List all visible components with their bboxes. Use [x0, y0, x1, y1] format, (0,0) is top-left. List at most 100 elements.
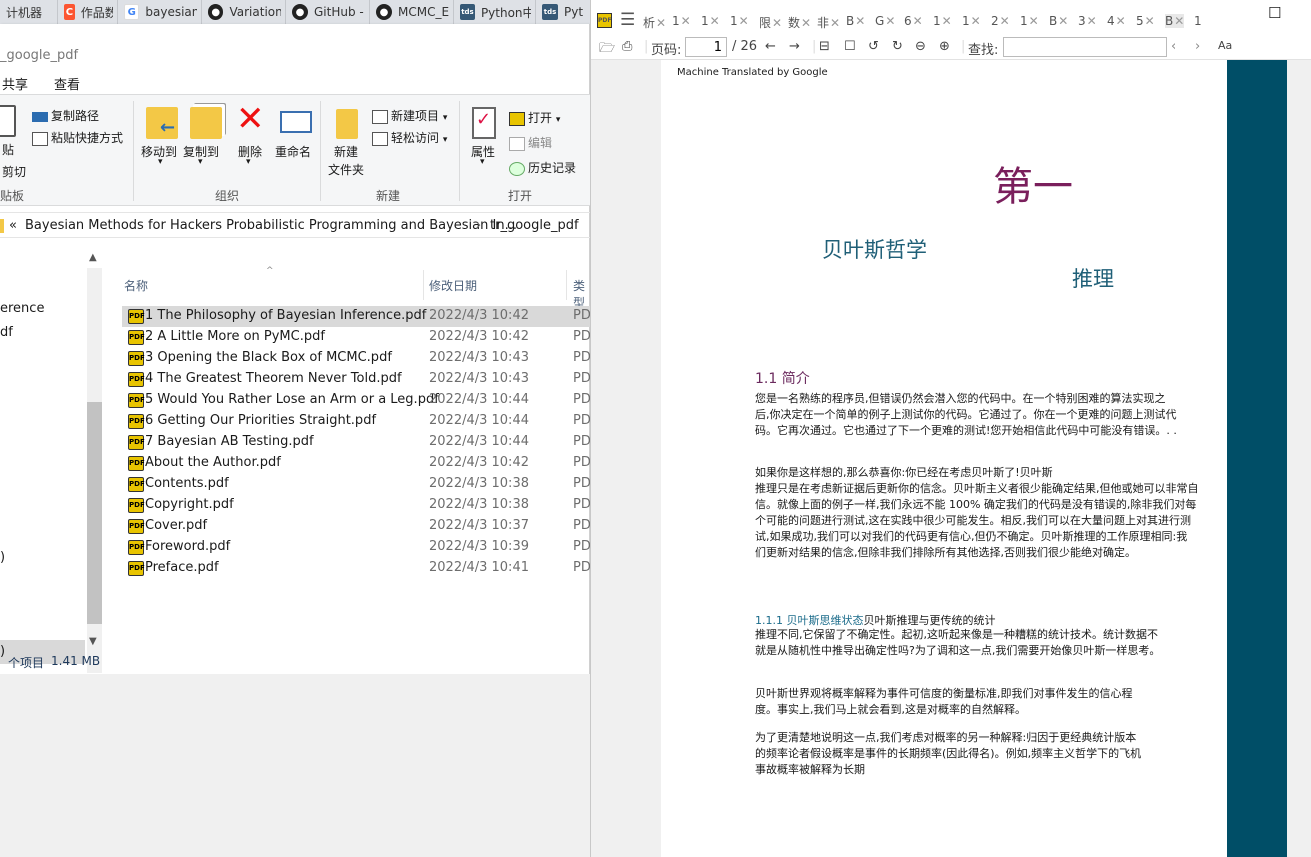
paste-icon[interactable]	[0, 105, 16, 137]
pdf-tab[interactable]: G✕	[875, 14, 895, 28]
pdf-tab[interactable]: 析✕	[643, 14, 666, 31]
browser-tab[interactable]: ● MCMC_E	[370, 0, 454, 24]
close-tab-icon[interactable]: ✕	[710, 14, 720, 28]
pdf-tab[interactable]: 限✕	[759, 14, 782, 31]
pdf-tab[interactable]: 1✕	[730, 14, 749, 28]
find-previous-icon[interactable]: ‹	[1171, 39, 1176, 54]
table-row[interactable]: PDF About the Author.pdf 2022/4/3 10:42 PD	[122, 453, 591, 474]
breadcrumb-current[interactable]: tr_google_pdf	[490, 218, 579, 233]
close-tab-icon[interactable]: ✕	[971, 14, 981, 28]
browser-tab[interactable]: tds Pyt	[536, 0, 590, 24]
browser-tab[interactable]: C作品数据	[58, 0, 118, 24]
subsection-link[interactable]: 1.1.1 贝叶斯思维状态	[755, 614, 864, 627]
close-tab-icon[interactable]: ✕	[681, 14, 691, 28]
table-row[interactable]: PDF 3 Opening the Black Box of MCMC.pdf 20…	[122, 348, 591, 369]
close-tab-icon[interactable]: ✕	[1087, 14, 1097, 28]
close-tab-icon[interactable]: ✕	[1058, 14, 1068, 28]
rotate-left-icon[interactable]: ↺	[868, 39, 879, 54]
close-tab-icon[interactable]: ✕	[942, 14, 952, 28]
table-row[interactable]: PDF 1 The Philosophy of Bayesian Inferenc…	[122, 306, 591, 327]
zoom-out-icon[interactable]: ⊖	[915, 39, 926, 54]
pdf-tab[interactable]: 非✕	[817, 14, 840, 31]
address-bar[interactable]: « Bayesian Methods for Hackers Probabili…	[0, 212, 590, 238]
pdf-tab[interactable]: 5✕	[1136, 14, 1155, 28]
pdf-tab[interactable]: 3✕	[1078, 14, 1097, 28]
paste-button[interactable]: 贴	[2, 141, 14, 158]
pdf-tab[interactable]: 1✕	[1020, 14, 1039, 28]
pdf-tab[interactable]: B✕	[846, 14, 865, 28]
pdf-tab[interactable]: 1✕	[701, 14, 720, 28]
cut-button[interactable]: 剪切	[2, 163, 26, 180]
table-row[interactable]: PDF 4 The Greatest Theorem Never Told.pdf…	[122, 369, 591, 390]
breadcrumb-chevrons[interactable]: «	[9, 218, 17, 233]
menu-tab-share[interactable]: 共享	[2, 74, 28, 93]
maximize-icon[interactable]: ☐	[1268, 4, 1281, 22]
find-next-icon[interactable]: ›	[1195, 39, 1200, 54]
browser-tab[interactable]: ● Variation	[202, 0, 286, 24]
find-input[interactable]	[1003, 37, 1167, 57]
table-row[interactable]: PDF Copyright.pdf 2022/4/3 10:38 PD	[122, 495, 591, 516]
table-row[interactable]: PDF Foreword.pdf 2022/4/3 10:39 PD	[122, 537, 591, 558]
open-file-icon[interactable]: 🗁	[599, 39, 615, 61]
page-number-input[interactable]	[685, 37, 727, 57]
edit-button[interactable]: 编辑	[509, 134, 552, 151]
scroll-up-icon[interactable]: ▲	[89, 252, 97, 263]
pdf-tab[interactable]: 1✕	[933, 14, 952, 28]
close-tab-icon[interactable]: ✕	[913, 14, 923, 28]
rename-button[interactable]: 重命名	[275, 143, 311, 160]
nav-item[interactable]: erence	[0, 301, 44, 316]
new-folder-button-line1[interactable]: 新建	[334, 143, 358, 160]
browser-tab[interactable]: Gbayesian	[118, 0, 202, 24]
new-item-button[interactable]: 新建项目 ▾	[372, 107, 447, 124]
next-page-icon[interactable]: →	[789, 39, 800, 54]
column-header-date[interactable]: 修改日期	[429, 277, 477, 294]
close-tab-icon[interactable]: ✕	[1000, 14, 1010, 28]
breadcrumb-parent[interactable]: Bayesian Methods for Hackers Probabilist…	[25, 218, 517, 233]
pdf-tab[interactable]: 1✕	[672, 14, 691, 28]
print-icon[interactable]: ⎙	[622, 39, 632, 54]
close-tab-icon[interactable]: ✕	[1174, 14, 1184, 28]
rotate-right-icon[interactable]: ↻	[892, 39, 903, 54]
pdf-tab[interactable]: 2✕	[991, 14, 1010, 28]
close-tab-icon[interactable]: ✕	[1029, 14, 1039, 28]
paste-shortcut-button[interactable]: 粘贴快捷方式	[32, 129, 123, 146]
table-row[interactable]: PDF 5 Would You Rather Lose an Arm or a L…	[122, 390, 591, 411]
browser-tab[interactable]: ● GitHub -	[286, 0, 370, 24]
pdf-tab[interactable]: 数✕	[788, 14, 811, 31]
close-tab-icon[interactable]: ✕	[1116, 14, 1126, 28]
nav-scrollbar-thumb[interactable]	[87, 402, 102, 624]
scroll-down-icon[interactable]: ▼	[89, 636, 97, 647]
table-row[interactable]: PDF 7 Bayesian AB Testing.pdf 2022/4/3 10:…	[122, 432, 591, 453]
menu-tab-view[interactable]: 查看	[54, 74, 80, 93]
pdf-tab[interactable]: 4✕	[1107, 14, 1126, 28]
previous-page-icon[interactable]: ←	[765, 39, 776, 54]
browser-tab[interactable]: 计机器	[0, 0, 58, 24]
font-options-button[interactable]: Aa	[1218, 39, 1232, 52]
rename-icon[interactable]	[280, 111, 312, 133]
new-folder-icon[interactable]	[336, 109, 358, 139]
zoom-in-icon[interactable]: ⊕	[939, 39, 950, 54]
close-tab-icon[interactable]: ✕	[739, 14, 749, 28]
copy-path-button[interactable]: 复制路径	[32, 107, 99, 124]
table-row[interactable]: PDF Preface.pdf 2022/4/3 10:41 PD	[122, 558, 591, 579]
table-row[interactable]: PDF Contents.pdf 2022/4/3 10:38 PD	[122, 474, 591, 495]
pdf-tab[interactable]: B✕	[1165, 14, 1185, 28]
menu-icon[interactable]: ☰	[620, 10, 635, 30]
column-header-name[interactable]: 名称	[124, 277, 148, 294]
pdf-tab[interactable]: 1	[1194, 14, 1202, 28]
table-row[interactable]: PDF Cover.pdf 2022/4/3 10:37 PD	[122, 516, 591, 537]
open-button[interactable]: 打开 ▾	[509, 109, 560, 126]
pdf-document-view[interactable]: Machine Translated by Google 第一 贝叶斯哲学 推理…	[591, 60, 1311, 857]
close-tab-icon[interactable]: ✕	[830, 16, 840, 30]
close-tab-icon[interactable]: ✕	[801, 16, 811, 30]
fit-width-icon[interactable]: ⊟	[819, 39, 830, 54]
copy-to-icon[interactable]	[190, 107, 222, 139]
nav-item[interactable]: df	[0, 325, 13, 340]
fit-page-icon[interactable]: ☐	[844, 39, 856, 54]
nav-item[interactable]: )	[0, 550, 5, 565]
close-tab-icon[interactable]: ✕	[885, 14, 895, 28]
pdf-tab[interactable]: 6✕	[904, 14, 923, 28]
close-tab-icon[interactable]: ✕	[855, 14, 865, 28]
new-folder-button-line2[interactable]: 文件夹	[328, 161, 364, 178]
close-tab-icon[interactable]: ✕	[1145, 14, 1155, 28]
